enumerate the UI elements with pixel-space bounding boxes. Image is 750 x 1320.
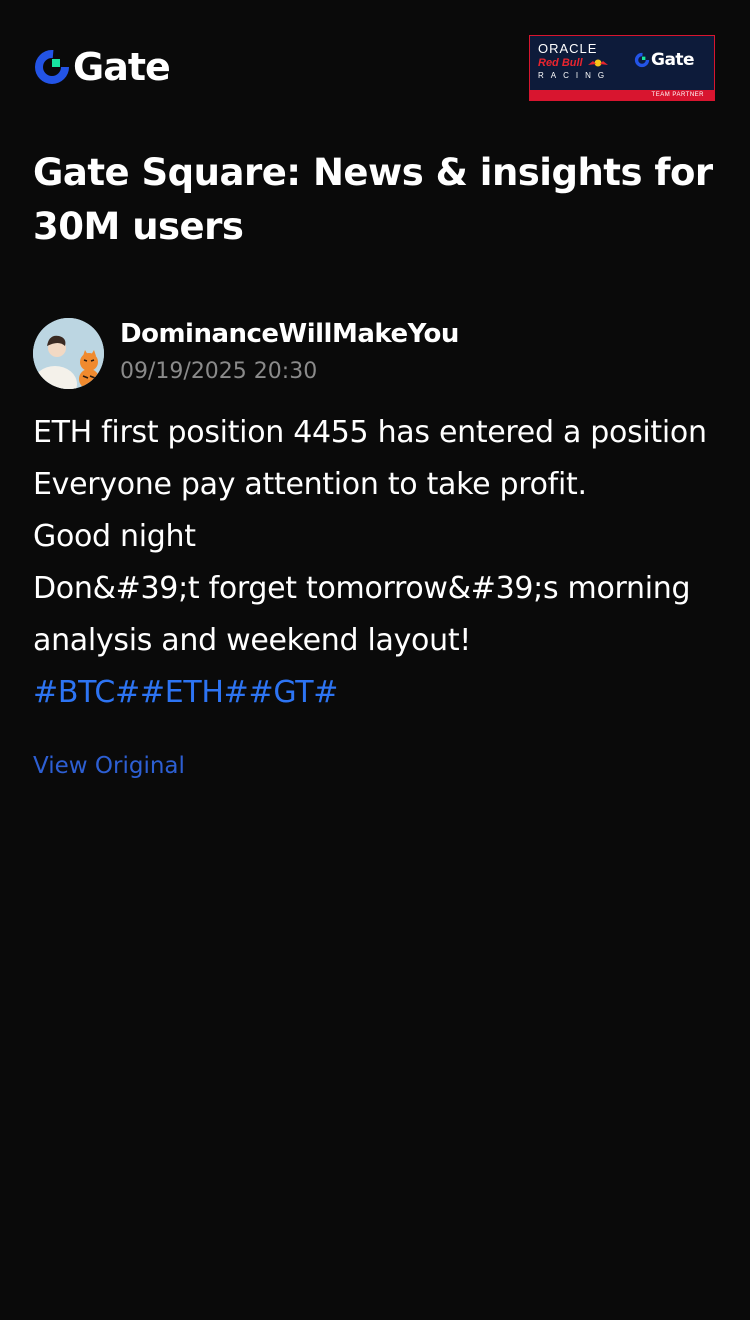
gate-partner-text: Gate [651,50,695,70]
partner-banner[interactable]: ORACLE Red Bull RACING Gate TEAM PARTNER [529,35,715,101]
page-title: Gate Square: News & insights for 30M use… [33,151,713,248]
gate-partner-logo: Gate [634,50,695,70]
post-line: analysis and weekend layout! [33,623,472,658]
oracle-redbull-racing-logo: ORACLE Red Bull RACING [538,42,628,82]
header: Gate ORACLE Red Bull RACING Gate TEAM PA… [0,0,750,140]
post-hashtags[interactable]: #BTC##ETH##GT# [33,667,723,719]
avatar-illustration [33,317,104,389]
oracle-text: ORACLE [538,41,598,56]
redbull-text: Red Bull [538,57,583,69]
post-author: DominanceWillMakeYou 09/19/2025 20:30 [33,317,459,389]
post-timestamp: 09/19/2025 20:30 [120,359,318,384]
redbull-logo: Red Bull [538,56,628,70]
post-line: Don&#39;t forget tomorrow&#39;s morning [33,571,691,606]
post-line: Everyone pay attention to take profit. [33,467,587,502]
author-name[interactable]: DominanceWillMakeYou [120,317,459,351]
view-original-link[interactable]: View Original [33,749,185,783]
racing-text: RACING [538,71,612,80]
gate-logo[interactable]: Gate [33,44,171,90]
author-meta: DominanceWillMakeYou 09/19/2025 20:30 [120,317,459,389]
post-line: Good night [33,519,196,554]
avatar[interactable] [33,317,104,389]
post-body: ETH first position 4455 has entered a po… [33,407,723,719]
post-line: ETH first position 4455 has entered a po… [33,415,707,450]
bull-icon [587,59,608,67]
team-partner-label: TEAM PARTNER [651,92,704,98]
gate-mini-icon [634,52,650,68]
gate-logo-icon [35,50,69,84]
logo-text: Gate [73,45,171,89]
